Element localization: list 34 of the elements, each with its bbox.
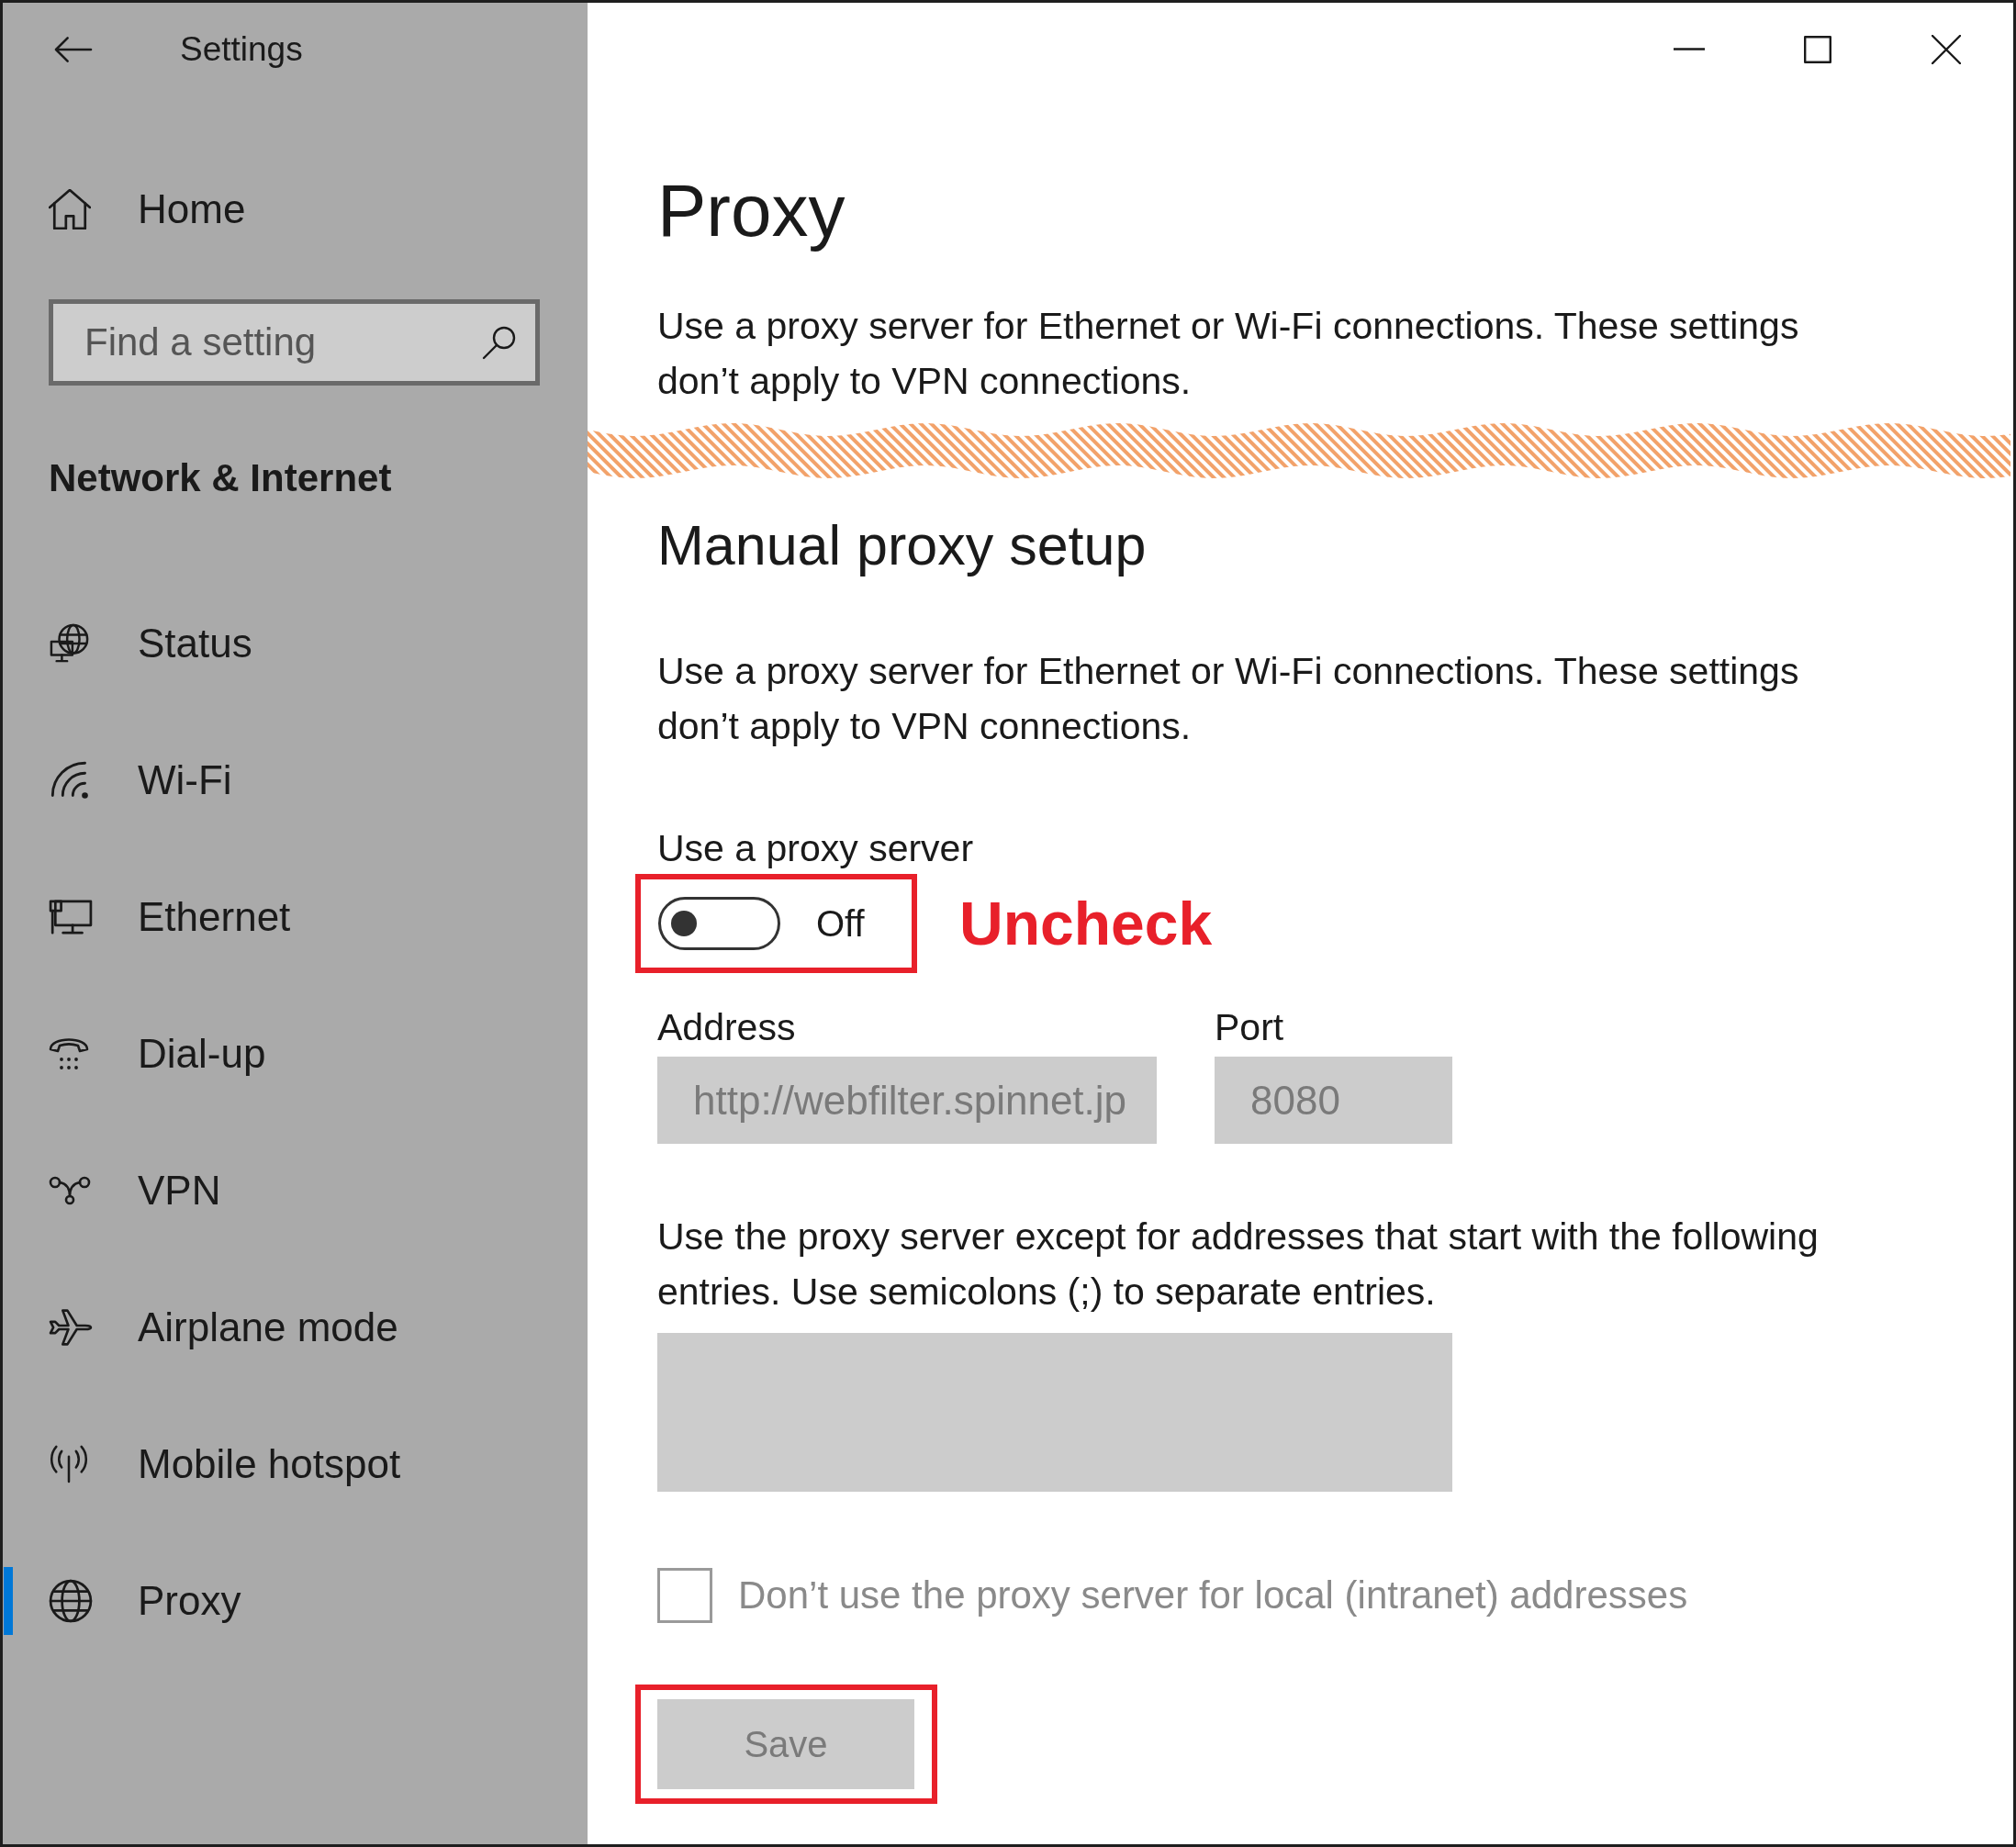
nav-item[interactable]: Status: [3, 575, 588, 711]
toggle-label: Use a proxy server: [657, 826, 974, 871]
nav-item[interactable]: Mobile hotspot: [3, 1395, 588, 1532]
back-arrow-icon: [54, 35, 93, 63]
exceptions-label: Use the proxy server except for addresses that start with the following entries. Use semicolons (;) to separate entries.: [657, 1215, 1820, 1315]
nav-item[interactable]: Ethernet: [3, 848, 588, 985]
knot-icon: [49, 1174, 91, 1206]
wifi-icon: [49, 759, 91, 800]
monitor-icon: [49, 898, 93, 935]
globe-icon: [49, 1578, 93, 1623]
section-heading: Network & Internet: [49, 454, 392, 501]
nav-item[interactable]: VPN: [3, 1122, 588, 1259]
window-title: Settings: [180, 28, 303, 70]
nav-item[interactable]: Dial-up: [3, 985, 588, 1122]
home-icon: [49, 189, 91, 229]
globe-monitor-icon: [49, 622, 91, 664]
field-label: Port: [1215, 1005, 1284, 1050]
home-nav-item[interactable]: Home: [3, 173, 588, 246]
nav-item[interactable]: Wi-Fi: [3, 711, 588, 848]
description-text: Use a proxy server for Ethernet or Wi-Fi connections. These settings don’t apply to VPN connections.: [657, 649, 1800, 749]
toggle-state-text: Off: [816, 902, 865, 946]
nav-item[interactable]: Airplane mode: [3, 1259, 588, 1395]
field-label: Address: [657, 1005, 796, 1050]
toggle-switch[interactable]: [658, 897, 780, 950]
close-icon: [1932, 34, 1961, 64]
search-icon: [482, 325, 517, 360]
search-field[interactable]: Find a setting: [49, 299, 540, 386]
intro-text: Use a proxy server for Ethernet or Wi-Fi connections. These settings don’t apply to VPN connections.: [657, 304, 1800, 404]
callout-text: Uncheck: [959, 888, 1213, 959]
maximize-icon: [1804, 35, 1831, 63]
checkbox-label: Don’t use the proxy server for local (intranet) addresses: [738, 1573, 1688, 1618]
antenna-icon: [49, 1444, 89, 1483]
nav-item[interactable]: Proxy: [3, 1532, 588, 1669]
minimize-icon: [1674, 48, 1705, 50]
